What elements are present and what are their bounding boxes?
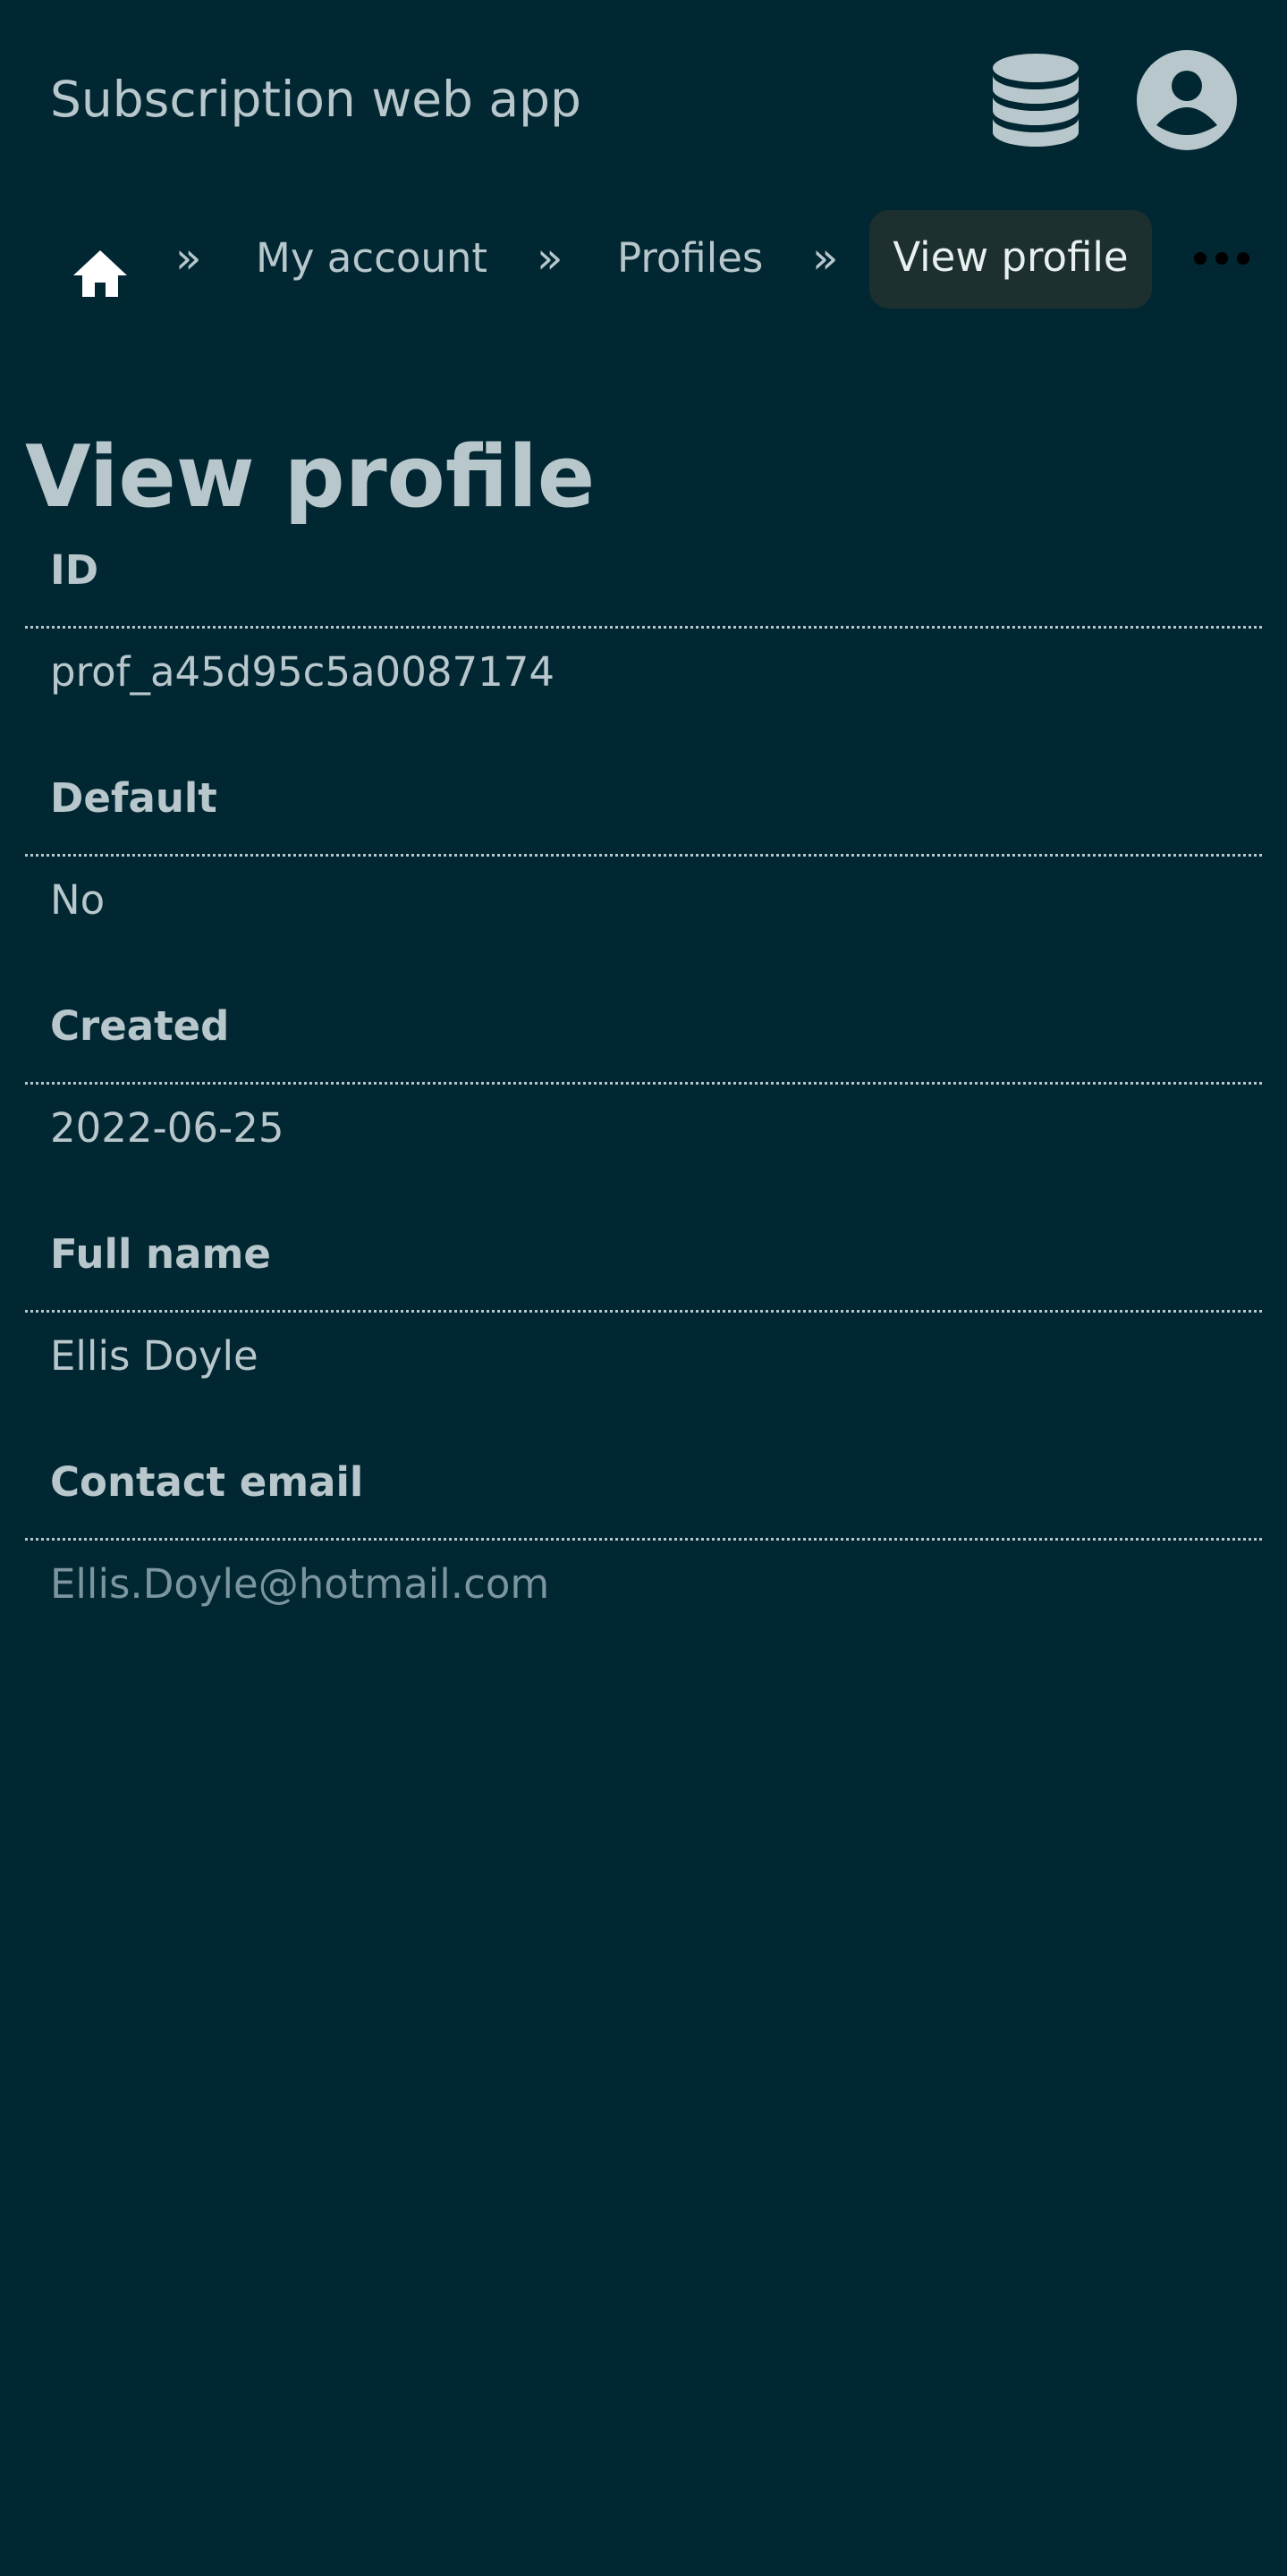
field-contact-email: Contact email Ellis.Doyle@hotmail.com [25,1436,1262,1664]
app-root: Subscription web app » My account » Prof… [0,0,1287,2576]
breadcrumb-my-account[interactable]: My account [256,208,487,308]
more-dots-icon[interactable] [1193,244,1250,273]
field-value: prof_a45d95c5a0087174 [50,648,555,696]
breadcrumb-profiles[interactable]: Profiles [617,208,763,308]
field-full-name: Full name Ellis Doyle [25,1208,1262,1436]
field-value: Ellis Doyle [50,1332,258,1380]
field-label: Full name [50,1230,271,1278]
breadcrumb: » My account » Profiles » View profile [0,208,1287,308]
divider [25,1310,1262,1313]
divider [25,1538,1262,1541]
field-label: Created [50,1002,230,1050]
breadcrumb-home-icon[interactable] [72,235,129,297]
breadcrumb-separator: » [175,233,202,283]
user-circle-icon[interactable] [1135,48,1239,152]
app-title[interactable]: Subscription web app [50,66,581,132]
field-label: ID [50,546,99,594]
app-header: Subscription web app [0,0,1287,197]
divider [25,1082,1262,1085]
breadcrumb-separator: » [537,233,563,283]
field-label: Contact email [50,1458,364,1506]
database-icon[interactable] [984,48,1088,152]
field-value: No [50,876,106,924]
profile-details: ID prof_a45d95c5a0087174 Default No Crea… [25,524,1262,1664]
breadcrumb-separator: » [812,233,839,283]
field-id: ID prof_a45d95c5a0087174 [25,524,1262,752]
contact-email-link[interactable]: Ellis.Doyle@hotmail.com [50,1558,549,1611]
breadcrumb-view-profile[interactable]: View profile [869,210,1152,308]
divider [25,854,1262,857]
field-value: 2022-06-25 [50,1104,284,1152]
field-default: Default No [25,752,1262,980]
divider [25,626,1262,629]
field-label: Default [50,774,217,822]
field-created: Created 2022-06-25 [25,980,1262,1208]
page-title: View profile [25,427,596,527]
